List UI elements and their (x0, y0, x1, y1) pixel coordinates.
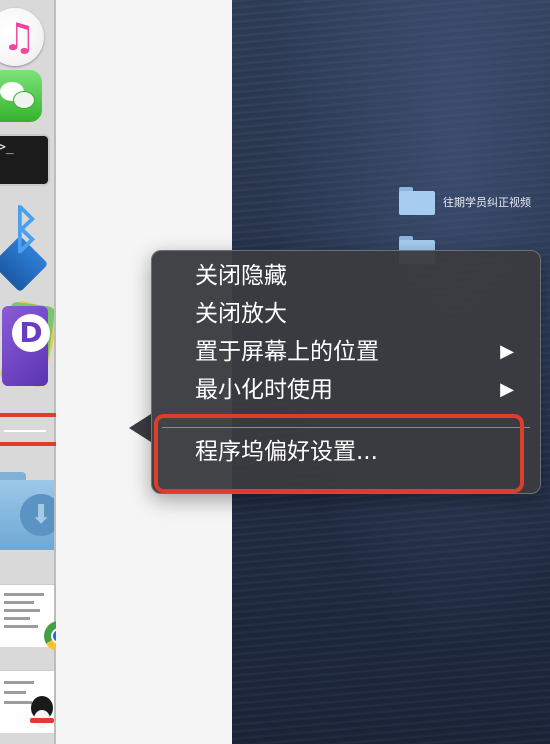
menu-item-turn-off-hiding[interactable]: 关闭隐藏 (152, 258, 540, 294)
submenu-arrow-icon: ▶ (500, 379, 514, 400)
thumbnail-line (4, 601, 34, 604)
menu-item-label: 关闭隐藏 (195, 263, 287, 289)
menu-item-label: 关闭放大 (195, 301, 287, 327)
thumbnail-line (4, 625, 38, 628)
terminal-prompt: >_ (0, 140, 14, 155)
thumbnail-line (4, 691, 26, 694)
chat-bubble-icon (13, 91, 35, 109)
bluetooth-icon[interactable]: ᛒ (0, 196, 50, 293)
qq-penguin-icon (28, 696, 56, 736)
menu-item-label: 置于屏幕上的位置 (195, 339, 379, 365)
thumbnail-line (4, 609, 40, 612)
itunes-icon[interactable]: ♫ (0, 8, 44, 66)
menu-item-minimize-using[interactable]: 最小化时使用 ▶ (152, 372, 540, 408)
thumbnail-line (4, 593, 44, 596)
dash-icon[interactable]: D (0, 298, 54, 390)
menu-item-turn-off-magnification[interactable]: 关闭放大 (152, 296, 540, 332)
dash-letter: D (12, 314, 50, 352)
terminal-icon[interactable]: >_ (0, 134, 50, 186)
penguin-scarf (30, 718, 54, 723)
menu-item-position-on-screen[interactable]: 置于屏幕上的位置 ▶ (152, 334, 540, 370)
download-arrow-icon: ⬇ (30, 500, 52, 530)
desktop-folder-label[interactable]: 往期学员纠正视频 (443, 194, 531, 210)
music-note-icon: ♫ (2, 15, 37, 59)
bluetooth-rune-icon: ᛒ (10, 200, 42, 260)
menu-item-label: 最小化时使用 (195, 377, 333, 403)
submenu-arrow-icon: ▶ (500, 341, 514, 362)
downloads-folder-icon[interactable]: ⬇ (0, 472, 54, 550)
folder-body (399, 191, 435, 215)
menu-pointer (129, 414, 151, 442)
wechat-icon[interactable] (0, 70, 42, 122)
thumbnail-line (4, 617, 30, 620)
preferences-highlight-box (154, 414, 524, 493)
thumbnail-line (4, 681, 34, 684)
desktop-folder-icon[interactable] (399, 187, 435, 215)
